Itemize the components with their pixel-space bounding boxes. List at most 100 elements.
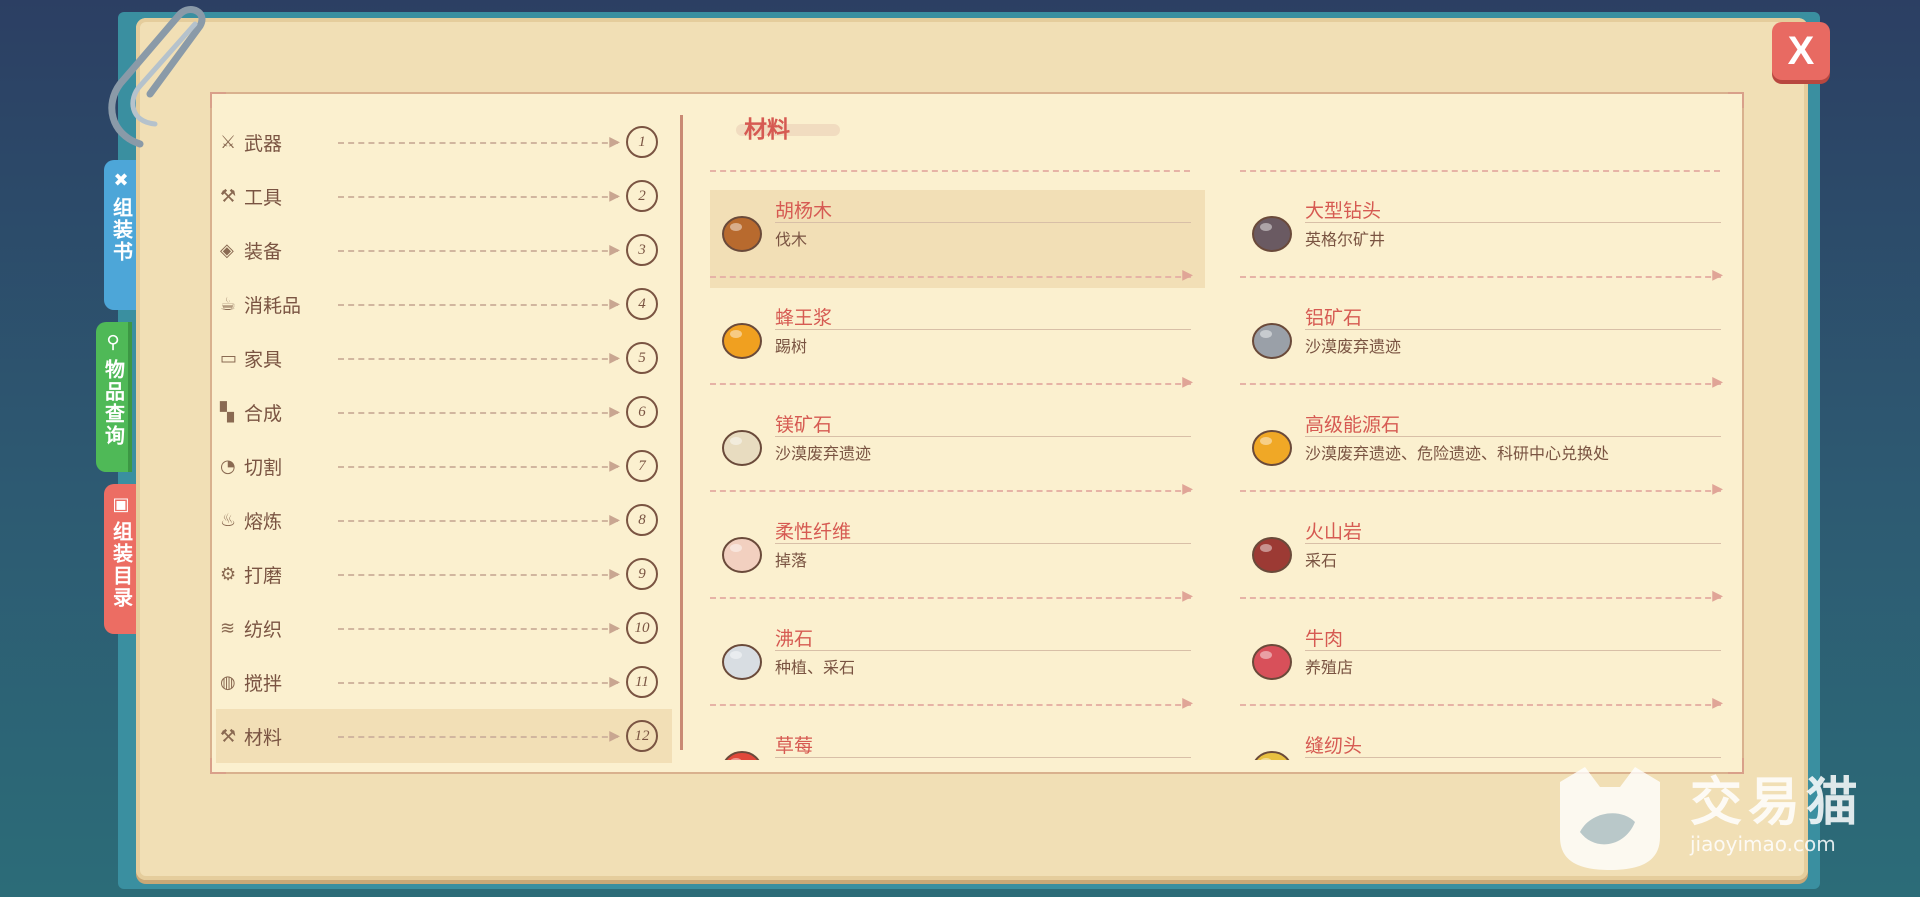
- material-item[interactable]: 高级能源石 沙漠废弃遗迹、危险遗迹、科研中心兑换处 ▶: [1240, 404, 1730, 502]
- arrow-icon: ▶: [609, 620, 620, 636]
- item-source: 种植、采石: [775, 658, 856, 677]
- dashed-line: [338, 574, 618, 576]
- jar-icon: [716, 313, 768, 365]
- category-item[interactable]: ⚒ 工具 ▶ 2: [216, 169, 672, 223]
- paperclip-icon: [108, 6, 206, 148]
- zeolite-icon: [716, 634, 768, 686]
- category-label: 消耗品: [244, 294, 302, 317]
- dashed-line: [338, 466, 618, 468]
- section-title: 材料: [744, 117, 790, 143]
- search-icon: ⚲: [106, 332, 122, 353]
- category-item[interactable]: ◍ 搅拌 ▶ 11: [216, 655, 672, 709]
- item-source: 踢树: [775, 337, 808, 356]
- item-underline: [775, 436, 1191, 437]
- category-item[interactable]: ▭ 家具 ▶ 5: [216, 331, 672, 385]
- category-item[interactable]: ⚔ 武器 ▶ 1: [216, 115, 672, 169]
- dashed-line: [338, 142, 618, 144]
- dashed-line: [338, 736, 618, 738]
- dashed-line: [710, 490, 1191, 492]
- category-item[interactable]: ⚒ 材料 ▶ 12: [216, 709, 672, 763]
- arrow-icon: ▶: [1712, 588, 1723, 604]
- tab-label: 组装书: [109, 197, 134, 263]
- category-number: 6: [626, 396, 658, 428]
- dashed-line: [710, 597, 1191, 599]
- drill-icon: [1246, 206, 1298, 258]
- item-source: 沙漠废弃遗迹: [775, 444, 872, 463]
- item-name: 沸石: [775, 628, 814, 650]
- tab-assembly-book[interactable]: ✖ 组装书: [104, 160, 140, 310]
- category-item[interactable]: ◈ 装备 ▶ 3: [216, 223, 672, 277]
- material-item[interactable]: 胡杨木 伐木 ▶: [710, 190, 1205, 288]
- material-item[interactable]: 蜂王浆 踢树 ▶: [710, 297, 1205, 395]
- category-item[interactable]: ☕ 消耗品 ▶ 4: [216, 277, 672, 331]
- item-name: 草莓: [775, 735, 814, 757]
- axe-icon: ⚒: [220, 185, 237, 207]
- close-button[interactable]: X: [1772, 22, 1830, 80]
- mixer-icon: ◍: [220, 671, 236, 693]
- arrow-icon: ▶: [1182, 374, 1193, 390]
- item-name: 镁矿石: [775, 414, 833, 436]
- item-name: 铝矿石: [1305, 307, 1363, 329]
- category-label: 武器: [244, 132, 283, 155]
- material-item[interactable]: 沸石种植、采石 ▶: [710, 618, 1205, 716]
- arrow-icon: ▶: [1182, 695, 1193, 711]
- category-item[interactable]: ♨ 熔炼 ▶ 8: [216, 493, 672, 547]
- category-label: 家具: [244, 348, 283, 371]
- material-item[interactable]: 铝矿石 沙漠废弃遗迹 ▶: [1240, 297, 1730, 395]
- material-item[interactable]: 草莓▶: [710, 725, 1205, 760]
- item-source: 沙漠废弃遗迹: [1305, 337, 1402, 356]
- item-name: 牛肉: [1305, 628, 1344, 650]
- item-source: 英格尔矿井: [1305, 230, 1386, 249]
- weave-icon: ≋: [220, 617, 236, 639]
- grind-icon: ⚙: [220, 563, 237, 585]
- item-underline: [1305, 650, 1721, 651]
- material-item[interactable]: 镁矿石 沙漠废弃遗迹 ▶: [710, 404, 1205, 502]
- blocks-icon: ▚: [220, 401, 234, 423]
- item-underline: [775, 757, 1191, 758]
- category-item[interactable]: ≋ 纺织 ▶ 10: [216, 601, 672, 655]
- category-number: 7: [626, 450, 658, 482]
- page-corner: [210, 92, 226, 108]
- category-number: 11: [626, 666, 658, 698]
- material-item[interactable]: 火山岩 采石 ▶: [1240, 511, 1730, 609]
- tab-item-search[interactable]: ⚲ 物品查询: [96, 322, 132, 472]
- sword-icon: ⚔: [220, 131, 237, 153]
- dashed-line: [338, 682, 618, 684]
- sewing-head-icon: [1246, 741, 1298, 760]
- dashed-line: [338, 358, 618, 360]
- wrench-icon: ✖: [113, 170, 131, 191]
- arrow-icon: ▶: [609, 350, 620, 366]
- material-item[interactable]: 大型钻头 英格尔矿井 ▶: [1240, 190, 1730, 288]
- dashed-line: [1240, 383, 1721, 385]
- dashed-line: [1240, 704, 1721, 706]
- watermark-url: jiaoyimao.com: [1690, 832, 1836, 856]
- tab-assembly-catalog[interactable]: ▣ 组装目录: [104, 484, 140, 634]
- category-label: 熔炼: [244, 510, 283, 533]
- category-item[interactable]: ◔ 切割 ▶ 7: [216, 439, 672, 493]
- category-number: 9: [626, 558, 658, 590]
- cat-logo-icon: [1560, 767, 1660, 870]
- item-underline: [1305, 329, 1721, 330]
- arrow-icon: ▶: [609, 458, 620, 474]
- category-number: 8: [626, 504, 658, 536]
- arrow-icon: ▶: [609, 242, 620, 258]
- item-underline: [775, 650, 1191, 651]
- ore-icon: [1246, 313, 1298, 365]
- material-item[interactable]: 牛肉 养殖店 ▶: [1240, 618, 1730, 716]
- category-item[interactable]: ▚ 合成 ▶ 6: [216, 385, 672, 439]
- material-item[interactable]: 柔性纤维 掉落 ▶: [710, 511, 1205, 609]
- material-item[interactable]: 缝纫头▶: [1240, 725, 1730, 760]
- furniture-icon: ▭: [220, 347, 238, 369]
- dashed-line: [1240, 276, 1721, 278]
- category-number: 4: [626, 288, 658, 320]
- arrow-icon: ▶: [609, 134, 620, 150]
- tab-label: 组装目录: [109, 521, 134, 609]
- item-underline: [775, 543, 1191, 544]
- arrow-icon: ▶: [609, 188, 620, 204]
- item-name: 高级能源石: [1305, 414, 1401, 436]
- category-item[interactable]: ⚙ 打磨 ▶ 9: [216, 547, 672, 601]
- arrow-icon: ▶: [1712, 695, 1723, 711]
- fiber-icon: [716, 527, 768, 579]
- category-number: 12: [626, 720, 658, 752]
- item-underline: [1305, 222, 1721, 223]
